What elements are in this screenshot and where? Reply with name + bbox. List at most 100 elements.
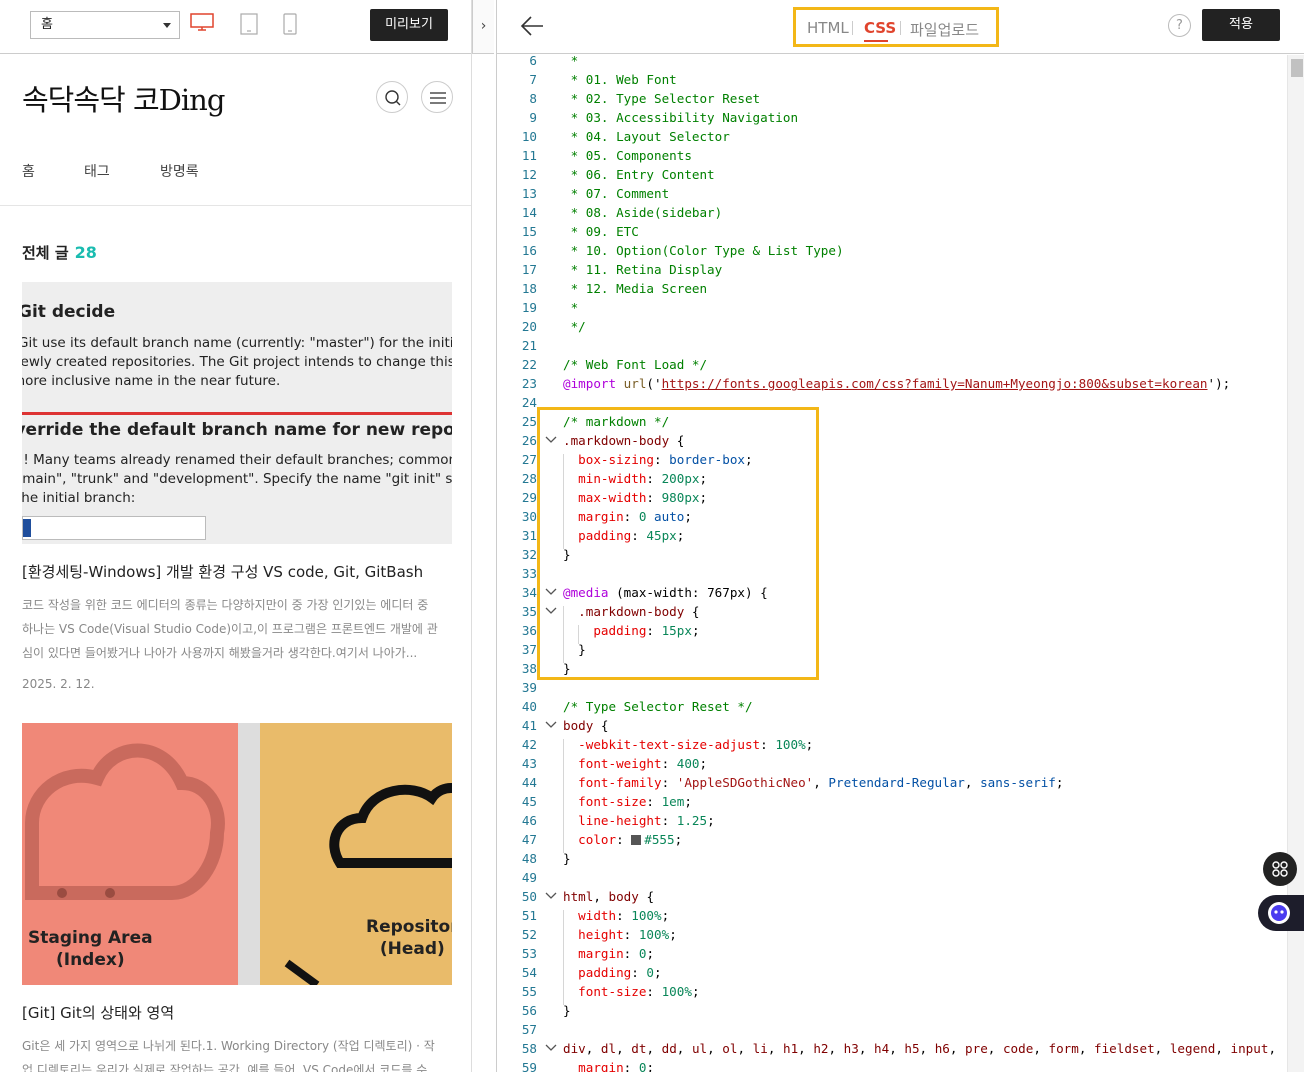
code-line[interactable]: 58 div, dl, dt, dd, ul, ol, li, h1, h2, h… — [497, 1039, 1287, 1058]
code-line[interactable]: 42 -webkit-text-size-adjust: 100%; — [497, 735, 1287, 754]
code-line[interactable]: 37 } — [497, 640, 1287, 659]
code-line[interactable]: 36 padding: 15px; — [497, 621, 1287, 640]
fold-chevron-icon[interactable] — [545, 887, 557, 906]
code-line[interactable]: 27 box-sizing: border-box; — [497, 450, 1287, 469]
menu-button[interactable] — [421, 81, 453, 113]
code-line[interactable]: 50 html, body { — [497, 887, 1287, 906]
desktop-icon[interactable] — [190, 13, 214, 31]
code-line[interactable]: 14 * 08. Aside(sidebar) — [497, 203, 1287, 222]
code-line[interactable]: 30 margin: 0 auto; — [497, 507, 1287, 526]
code-line[interactable]: 19 * — [497, 298, 1287, 317]
nav-item-tag[interactable]: 태그 — [84, 161, 110, 181]
code-line[interactable]: 16 * 10. Option(Color Type & List Type) — [497, 241, 1287, 260]
apply-button[interactable]: 적용 — [1202, 9, 1280, 41]
code-line[interactable]: 25 /* markdown */ — [497, 412, 1287, 431]
chatbot-button[interactable] — [1258, 895, 1304, 931]
code-line[interactable]: 28 min-width: 200px; — [497, 469, 1287, 488]
search-button[interactable] — [376, 81, 408, 113]
code-line[interactable]: 29 max-width: 980px; — [497, 488, 1287, 507]
code-line[interactable]: 54 padding: 0; — [497, 963, 1287, 982]
code-line[interactable]: 53 margin: 0; — [497, 944, 1287, 963]
code-line[interactable]: 22 /* Web Font Load */ — [497, 355, 1287, 374]
code-line[interactable]: 24 — [497, 393, 1287, 412]
code-line[interactable]: 56} — [497, 1001, 1287, 1020]
code-line[interactable]: 9 * 03. Accessibility Navigation — [497, 108, 1287, 127]
blog-title[interactable]: 속닥속닥 코Ding — [22, 77, 225, 119]
code-line[interactable]: 32} — [497, 545, 1287, 564]
code-token: fieldset — [1094, 1041, 1155, 1056]
code-line[interactable]: 48} — [497, 849, 1287, 868]
back-arrow-icon[interactable] — [517, 12, 547, 40]
fold-chevron-icon[interactable] — [545, 431, 557, 450]
scrollbar-thumb[interactable] — [1291, 59, 1303, 77]
code-area[interactable]: 6 * 7 * 01. Web Font 8 * 02. Type Selector… — [497, 55, 1287, 1072]
code-line[interactable]: 52 height: 100%; — [497, 925, 1287, 944]
tab-file-upload[interactable]: 파일업로드 — [910, 19, 979, 40]
thumb-text: the initial branch: — [22, 490, 136, 506]
code-token: margin — [578, 1060, 624, 1072]
code-line[interactable]: 17 * 11. Retina Display — [497, 260, 1287, 279]
code-line[interactable]: 47 color: #555; — [497, 830, 1287, 849]
nav-item-guestbook[interactable]: 방명록 — [160, 161, 199, 181]
post-thumbnail[interactable]: Staging Area (Index) Repositor (Head) — [22, 723, 452, 985]
code-line[interactable]: 43 font-weight: 400; — [497, 754, 1287, 773]
code-line[interactable]: 13 * 07. Comment — [497, 184, 1287, 203]
code-line[interactable]: 12 * 06. Entry Content — [497, 165, 1287, 184]
post-thumbnail[interactable]: Git decide Git use its default branch na… — [22, 282, 452, 544]
tablet-icon[interactable] — [240, 13, 258, 35]
code-line[interactable]: 55 font-size: 100%; — [497, 982, 1287, 1001]
tab-html[interactable]: HTML — [807, 19, 849, 37]
line-number: 54 — [521, 965, 537, 980]
code-line[interactable]: 33 — [497, 564, 1287, 583]
code-line[interactable]: 35 .markdown-body { — [497, 602, 1287, 621]
code-line[interactable]: 44 font-family: 'AppleSDGothicNeo', Pret… — [497, 773, 1287, 792]
code-line[interactable]: 41 body { — [497, 716, 1287, 735]
code-line[interactable]: 11 * 05. Components — [497, 146, 1287, 165]
line-number: 20 — [521, 319, 537, 334]
code-line[interactable]: 10 * 04. Layout Selector — [497, 127, 1287, 146]
code-line[interactable]: 45 font-size: 1em; — [497, 792, 1287, 811]
fold-chevron-icon[interactable] — [545, 583, 557, 602]
code-line[interactable]: 8 * 02. Type Selector Reset — [497, 89, 1287, 108]
help-button[interactable]: ? — [1168, 14, 1191, 37]
code-token: ; — [699, 471, 708, 486]
code-token: , — [646, 1041, 662, 1056]
code-line[interactable]: 38} — [497, 659, 1287, 678]
code-line[interactable]: 21 — [497, 336, 1287, 355]
post-title[interactable]: [환경세팅-Windows] 개발 환경 구성 VS code, Git, Gi… — [22, 561, 423, 582]
code-line[interactable]: 51 width: 100%; — [497, 906, 1287, 925]
code-line[interactable]: 39 — [497, 678, 1287, 697]
post-title[interactable]: [Git] Git의 상태와 영역 — [22, 1002, 174, 1023]
code-line[interactable]: 20 */ — [497, 317, 1287, 336]
code-token: * — [563, 55, 579, 68]
code-line[interactable]: 23 @import url('https://fonts.googleapis.… — [497, 374, 1287, 393]
code-token: html — [563, 889, 594, 904]
code-line[interactable]: 18 * 12. Media Screen — [497, 279, 1287, 298]
line-number: 43 — [521, 756, 537, 771]
code-line[interactable]: 57 — [497, 1020, 1287, 1039]
code-line[interactable]: 15 * 09. ETC — [497, 222, 1287, 241]
code-token: body — [608, 889, 639, 904]
code-line[interactable]: 7 * 01. Web Font — [497, 70, 1287, 89]
fold-chevron-icon[interactable] — [545, 602, 557, 621]
line-number: 39 — [521, 680, 537, 695]
color-swatch[interactable] — [631, 835, 642, 845]
page-select[interactable]: 홈 — [30, 11, 180, 39]
nav-item-home[interactable]: 홈 — [22, 161, 35, 181]
code-line[interactable]: 6 * — [497, 55, 1287, 70]
code-line[interactable]: 49 — [497, 868, 1287, 887]
preview-button[interactable]: 미리보기 — [370, 9, 448, 41]
code-line[interactable]: 46 line-height: 1.25; — [497, 811, 1287, 830]
floating-menu-button[interactable] — [1263, 852, 1297, 886]
mobile-icon[interactable] — [283, 13, 297, 35]
collapse-preview-button[interactable]: › — [472, 0, 494, 54]
code-line[interactable]: 59 margin: 0; — [497, 1058, 1287, 1072]
tab-css[interactable]: CSS — [864, 19, 896, 37]
code-line[interactable]: 26 .markdown-body { — [497, 431, 1287, 450]
fold-chevron-icon[interactable] — [545, 1039, 557, 1058]
fold-chevron-icon[interactable] — [545, 716, 557, 735]
code-line[interactable]: 34 @media (max-width: 767px) { — [497, 583, 1287, 602]
code-line[interactable]: 40 /* Type Selector Reset */ — [497, 697, 1287, 716]
code-line[interactable]: 31 padding: 45px; — [497, 526, 1287, 545]
